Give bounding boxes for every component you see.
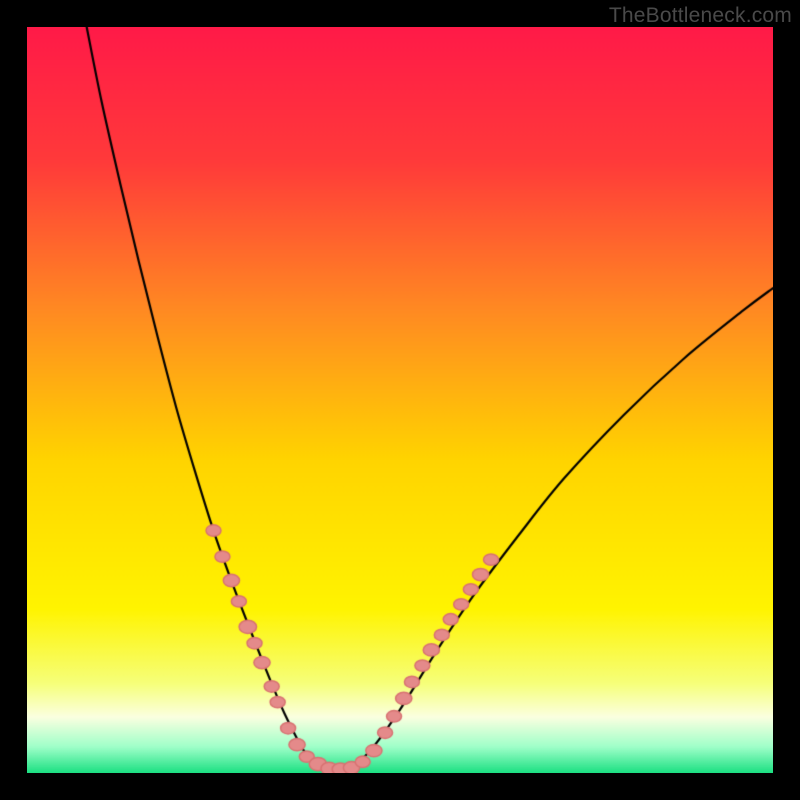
watermark-text: TheBottleneck.com [609, 4, 792, 28]
bottleneck-curve-canvas [27, 27, 773, 773]
chart-root: TheBottleneck.com [0, 0, 800, 800]
plot-area [27, 27, 773, 773]
